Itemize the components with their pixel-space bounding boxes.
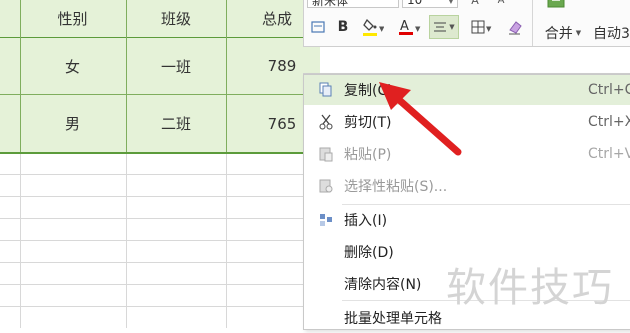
- annotation-arrow-icon: [379, 82, 462, 156]
